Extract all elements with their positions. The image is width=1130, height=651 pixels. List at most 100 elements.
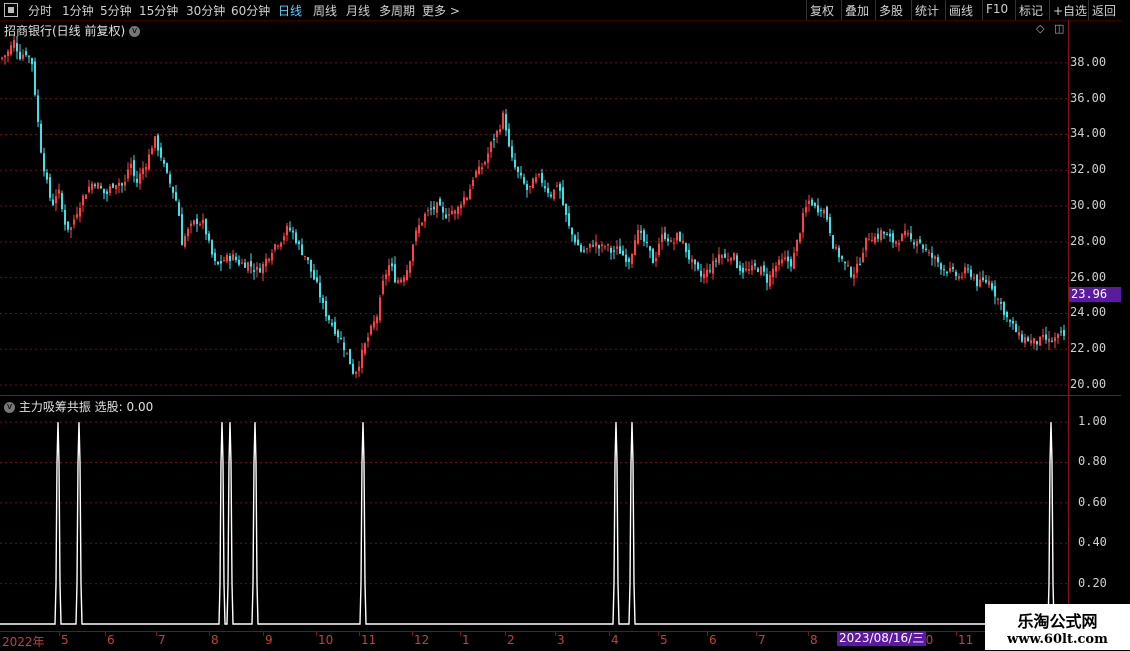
date-tick — [156, 632, 157, 636]
watermark-title: 乐淘公式网 — [1017, 612, 1098, 631]
candle-body — [640, 230, 642, 233]
candle-body — [352, 363, 354, 374]
toolbar-button[interactable]: 复权 — [810, 2, 834, 19]
candle-body — [178, 202, 180, 216]
period-tab[interactable]: 15分钟 — [139, 2, 178, 19]
candle-body — [184, 236, 186, 247]
candle-body — [865, 237, 867, 251]
indicator-tick-label: 0.80 — [1078, 454, 1107, 469]
period-tab[interactable]: 5分钟 — [100, 2, 132, 19]
candle-body — [76, 214, 78, 218]
toolbar-button[interactable]: 多股 — [879, 2, 903, 19]
candle-body — [511, 146, 513, 158]
candle-body — [259, 268, 261, 273]
candle-body — [466, 197, 468, 200]
candle-body — [535, 177, 537, 182]
candle-body — [1027, 337, 1029, 342]
toolbar-button[interactable]: F10 — [986, 2, 1008, 16]
candle-body — [190, 223, 192, 226]
candle-body — [889, 233, 891, 237]
right-info-strip[interactable] — [1121, 20, 1130, 650]
candle-body — [490, 141, 492, 153]
candle-body — [331, 323, 333, 326]
candle-body — [571, 227, 573, 235]
candle-body — [736, 255, 738, 268]
candle-body — [37, 95, 39, 122]
candle-body — [934, 256, 936, 259]
period-tab[interactable]: 更多 > — [422, 2, 460, 19]
toolbar: 分时 1分钟 5分钟 15分钟 30分钟 60分钟 日线 周线 月线 多周期 更多 > 复权 叠加 多股… — [0, 0, 1130, 21]
candle-body — [706, 269, 708, 277]
period-tab[interactable]: 60分钟 — [231, 2, 270, 19]
candle-body — [1018, 332, 1020, 336]
toolbar-button[interactable]: 标记 — [1019, 2, 1043, 19]
date-tick-label: 8 — [211, 633, 219, 647]
candle-body — [538, 173, 540, 176]
period-tab[interactable]: 1分钟 — [62, 2, 94, 19]
candle-body — [784, 257, 786, 260]
candle-body — [895, 241, 897, 244]
candle-body — [589, 243, 591, 248]
toolbar-button[interactable]: 返回 — [1092, 2, 1116, 19]
period-tab[interactable]: 30分钟 — [186, 2, 225, 19]
candle-body — [814, 202, 816, 207]
candle-body — [1006, 311, 1008, 318]
candle-body — [397, 280, 399, 283]
period-tab[interactable]: 多周期 — [379, 2, 415, 19]
candle-body — [478, 166, 480, 175]
candle-body — [775, 265, 777, 272]
toolbar-separator — [982, 0, 983, 20]
candle-body — [112, 183, 114, 188]
candle-body — [46, 172, 48, 180]
toolbar-button[interactable]: 画线 — [949, 2, 973, 19]
toolbar-button[interactable]: 统计 — [915, 2, 939, 19]
candle-body — [133, 160, 135, 176]
candle-body — [94, 184, 96, 187]
candle-body — [232, 254, 234, 261]
menu-icon[interactable] — [4, 3, 18, 17]
period-tab[interactable]: 周线 — [313, 2, 337, 19]
toolbar-separator — [806, 0, 807, 20]
candle-body — [952, 267, 954, 270]
candle-body — [721, 255, 723, 258]
indicator-chart[interactable] — [0, 410, 1068, 628]
candle-body — [907, 233, 909, 235]
candle-body — [1030, 340, 1032, 344]
candle-body — [748, 269, 750, 271]
candle-body — [103, 188, 105, 194]
candle-body — [457, 206, 459, 215]
date-tick — [59, 632, 60, 636]
candle-body — [781, 259, 783, 264]
toolbar-button[interactable]: +自选 — [1053, 2, 1087, 19]
period-tab[interactable]: 日线 — [278, 2, 302, 19]
candle-body — [592, 245, 594, 247]
candle-body — [1057, 333, 1059, 338]
candle-body — [100, 186, 102, 189]
candle-body — [541, 173, 543, 183]
candle-body — [754, 263, 756, 266]
date-tick — [316, 632, 317, 636]
candle-body — [91, 183, 93, 190]
watermark-url: www.60lt.com — [1007, 632, 1108, 647]
diamond-icon[interactable]: ◇ — [1036, 22, 1044, 35]
candle-body — [700, 270, 702, 277]
candle-body — [643, 230, 645, 242]
candle-body — [499, 129, 501, 133]
toolbar-button[interactable]: 叠加 — [845, 2, 869, 19]
candle-body — [763, 265, 765, 272]
period-tab[interactable]: 分时 — [28, 2, 52, 19]
candle-body — [1009, 320, 1011, 322]
period-tab[interactable]: 月线 — [346, 2, 370, 19]
candle-body — [262, 263, 264, 274]
candle-body — [430, 208, 432, 210]
candle-body — [847, 265, 849, 267]
candle-body — [1015, 323, 1017, 333]
candle-body — [832, 235, 834, 249]
candle-body — [307, 257, 309, 261]
candle-body — [685, 242, 687, 253]
candle-body — [472, 179, 474, 186]
window-icon[interactable]: ◫ — [1054, 22, 1064, 35]
candle-body — [361, 350, 363, 368]
price-chart[interactable] — [0, 35, 1068, 394]
candle-body — [379, 297, 381, 321]
